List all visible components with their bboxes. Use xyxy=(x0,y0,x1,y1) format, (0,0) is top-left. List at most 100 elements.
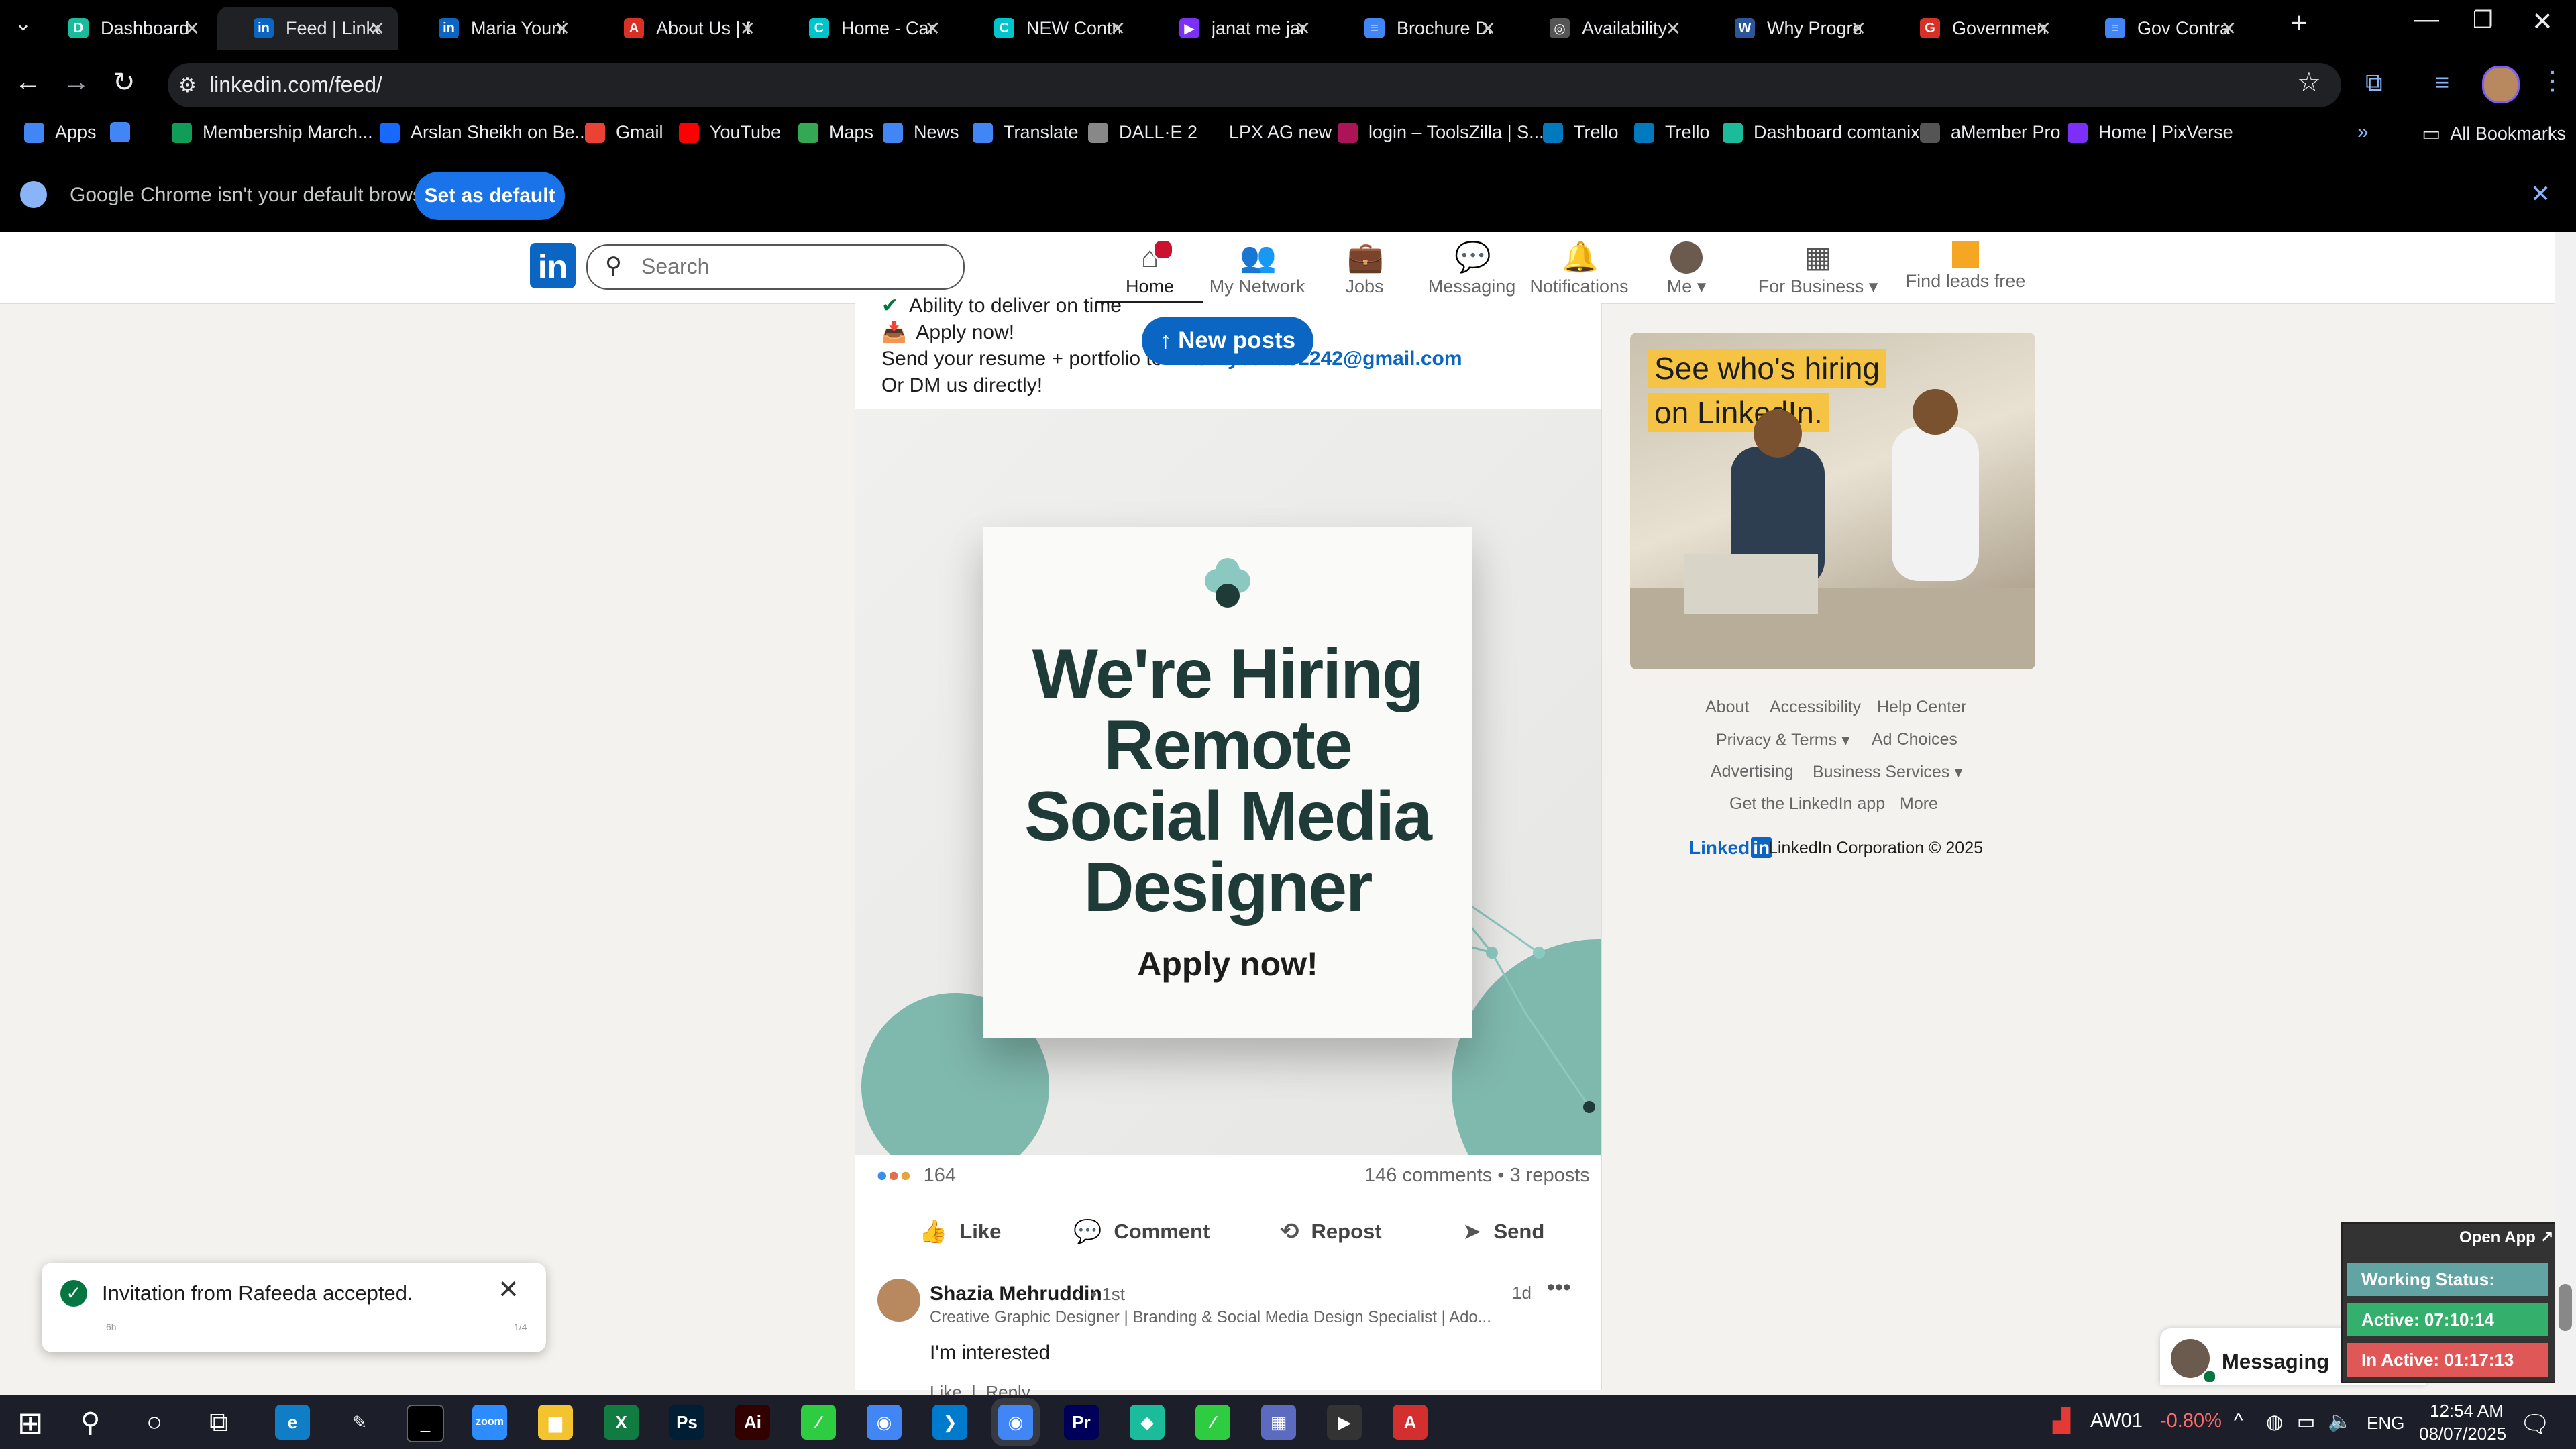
commenter-avatar[interactable] xyxy=(877,1279,920,1322)
more-options-icon[interactable]: ••• xyxy=(1547,1275,1571,1301)
bookmark-item[interactable]: DALL·E 2 xyxy=(1088,122,1197,143)
stock-change[interactable]: -0.80% xyxy=(2160,1410,2222,1432)
premiere-icon[interactable]: Pr xyxy=(1064,1405,1099,1440)
browser-tab[interactable]: ◎ Availability ✕ xyxy=(1513,7,1695,50)
bookmark-item[interactable]: login – ToolsZilla | S... xyxy=(1338,122,1544,143)
repost-button[interactable]: ⟲ Repost xyxy=(1280,1212,1382,1252)
chrome-active-icon[interactable]: ◉ xyxy=(998,1405,1033,1440)
browser-tab[interactable]: C NEW Contract✕ xyxy=(958,7,1139,50)
close-tab-icon[interactable]: ✕ xyxy=(370,17,385,40)
terminal-icon[interactable]: _ xyxy=(407,1405,444,1442)
pen-icon[interactable]: ✎ xyxy=(342,1405,377,1440)
bookmark-item[interactable]: Home | PixVerse xyxy=(2068,122,2233,143)
excel-icon[interactable]: X xyxy=(604,1405,639,1440)
close-tab-icon[interactable]: ✕ xyxy=(1295,17,1311,40)
nav-item-jobs[interactable]: 💼 Jobs xyxy=(1311,237,1418,303)
all-bookmarks-button[interactable]: ▭ All Bookmarks xyxy=(2422,122,2566,146)
like-button[interactable]: 👍 Like xyxy=(919,1212,1001,1252)
open-app-link[interactable]: Open App ↗ xyxy=(2459,1228,2554,1247)
bookmark-item[interactable]: Dashboard comtanix xyxy=(1723,122,1920,143)
scrollbar-thumb[interactable] xyxy=(2559,1284,2572,1331)
acrobat-icon[interactable]: A xyxy=(1393,1405,1428,1440)
calculator-icon[interactable]: ▦ xyxy=(1261,1405,1296,1440)
tray-app-icon[interactable]: ◍ xyxy=(2266,1410,2283,1434)
new-posts-button[interactable]: ↑ New posts xyxy=(1142,317,1313,365)
browser-tab[interactable]: ▶ janat me jan ✕ xyxy=(1143,7,1324,50)
commenter-name[interactable]: Shazia Mehruddin xyxy=(930,1283,1102,1305)
task-view-icon[interactable]: ⧉ xyxy=(209,1407,229,1438)
footer-link-ad-choices[interactable]: Ad Choices xyxy=(1872,730,1957,749)
bookmark-item[interactable]: Trello xyxy=(1634,122,1710,143)
tab-search-chevron-icon[interactable]: ⌄ xyxy=(15,12,32,36)
browser-tab[interactable]: ≡ Brochure Da ✕ xyxy=(1328,7,1509,50)
forward-icon[interactable]: → xyxy=(63,67,90,97)
bookmark-star-icon[interactable]: ☆ xyxy=(2297,67,2321,98)
notification-center-icon[interactable]: 🗨 xyxy=(2520,1410,2551,1438)
url-text[interactable]: linkedin.com/feed/ xyxy=(209,72,382,97)
bookmark-item[interactable]: Apps xyxy=(24,122,97,143)
browser-tab[interactable]: in Feed | LinkedIn✕ xyxy=(217,7,398,50)
footer-link-business-services[interactable]: Business Services ▾ xyxy=(1813,762,1963,782)
bookmark-item[interactable]: News xyxy=(883,122,959,143)
close-tab-icon[interactable]: ✕ xyxy=(1666,17,1681,40)
browser-tab[interactable]: G Government ✕ xyxy=(1884,7,2065,50)
bookmark-item[interactable]: aMember Pro xyxy=(1920,122,2061,143)
comments-reposts-count[interactable]: 146 comments • 3 reposts xyxy=(1364,1165,1590,1187)
media-controls-icon[interactable]: ≡ xyxy=(2435,68,2449,97)
volume-icon[interactable]: 🔈 xyxy=(2328,1410,2352,1433)
clock-date[interactable]: 08/07/2025 xyxy=(2419,1424,2506,1444)
close-tab-icon[interactable]: ✕ xyxy=(2221,17,2237,40)
bookmark-item[interactable]: Arslan Sheikh on Be... xyxy=(380,122,590,143)
footer-link-privacy-terms[interactable]: Privacy & Terms ▾ xyxy=(1716,730,1850,750)
windows-start-icon[interactable]: ⊞ xyxy=(17,1407,44,1438)
minimize-button[interactable]: — xyxy=(2414,5,2439,34)
bookmark-item[interactable]: Membership March... xyxy=(172,122,373,143)
cortana-icon[interactable]: ○ xyxy=(146,1407,162,1438)
media-player-icon[interactable]: ▶ xyxy=(1327,1405,1362,1440)
language-indicator[interactable]: ENG xyxy=(2367,1413,2404,1434)
close-window-button[interactable]: ✕ xyxy=(2532,7,2553,37)
app-teal-icon[interactable]: ◆ xyxy=(1130,1405,1165,1440)
footer-link-advertising[interactable]: Advertising xyxy=(1711,762,1794,782)
hiring-ad[interactable]: See who's hiring on LinkedIn. xyxy=(1630,333,2035,669)
site-info-icon[interactable]: ⚙ xyxy=(178,74,197,97)
chrome-menu-icon[interactable]: ⋮ xyxy=(2540,66,2565,96)
more-bookmarks-icon[interactable]: » xyxy=(2357,121,2369,144)
comment-button[interactable]: 💬 Comment xyxy=(1073,1212,1210,1252)
search-input[interactable] xyxy=(640,254,938,280)
address-bar[interactable] xyxy=(168,63,2341,107)
close-tab-icon[interactable]: ✕ xyxy=(555,17,570,40)
close-tab-icon[interactable]: ✕ xyxy=(1110,17,1126,40)
footer-link-help-center[interactable]: Help Center xyxy=(1877,698,1966,717)
bookmark-item[interactable]: LPX AG new xyxy=(1198,122,1332,143)
browser-tab[interactable]: ≡ Gov Contra ✕ xyxy=(2069,7,2250,50)
reaction-icons[interactable]: ●●● 164 xyxy=(876,1165,956,1187)
close-toast-icon[interactable]: ✕ xyxy=(498,1275,519,1305)
illustrator-icon[interactable]: Ai xyxy=(735,1405,770,1440)
set-as-default-button[interactable]: Set as default xyxy=(415,172,565,220)
close-tab-icon[interactable]: ✕ xyxy=(925,17,941,40)
send-button[interactable]: ➤ Send xyxy=(1462,1212,1544,1252)
profile-avatar[interactable] xyxy=(2482,66,2520,103)
close-infobar-icon[interactable]: ✕ xyxy=(2530,180,2551,208)
nav-item-grid[interactable]: ▦ For Business ▾ xyxy=(1758,237,1878,303)
browser-tab[interactable]: C Home - Canva✕ xyxy=(773,7,954,50)
bookmark-item[interactable]: YouTube xyxy=(679,122,781,143)
nav-item-network[interactable]: 👥 My Network xyxy=(1203,237,1311,303)
file-explorer-icon[interactable]: ▆ xyxy=(538,1405,573,1440)
reload-icon[interactable]: ↻ xyxy=(113,67,136,98)
app-green2-icon[interactable]: ∕ xyxy=(1195,1405,1230,1440)
footer-link-get-app[interactable]: Get the LinkedIn app xyxy=(1729,794,1885,814)
vscode-icon[interactable]: ❯ xyxy=(932,1405,967,1440)
footer-link-accessibility[interactable]: Accessibility xyxy=(1770,698,1861,717)
clock-time[interactable]: 12:54 AM xyxy=(2430,1401,2504,1421)
bookmark-item[interactable] xyxy=(110,122,141,142)
nav-item-avatar[interactable]: Me ▾ xyxy=(1633,237,1740,303)
search-box[interactable]: ⚲ xyxy=(586,244,965,290)
close-tab-icon[interactable]: ✕ xyxy=(184,17,200,40)
close-tab-icon[interactable]: ✕ xyxy=(1851,17,1866,40)
nav-item-notifications[interactable]: 🔔 Notifications xyxy=(1525,237,1633,303)
bookmark-item[interactable]: Translate xyxy=(973,122,1079,143)
close-tab-icon[interactable]: ✕ xyxy=(1481,17,1496,40)
linkedin-logo[interactable]: in xyxy=(530,243,576,288)
